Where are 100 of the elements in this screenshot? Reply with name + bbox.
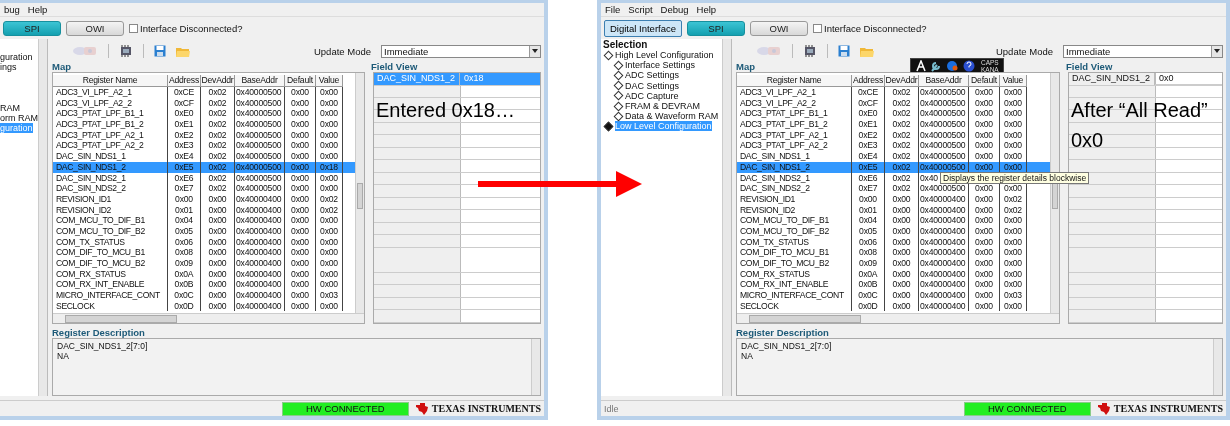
table-cell: 0x00 [316, 140, 343, 152]
scrollbar[interactable] [1213, 339, 1222, 395]
menu-item[interactable]: Debug [660, 4, 689, 15]
description-text: NA [741, 351, 754, 361]
column-header[interactable]: Register Name [737, 75, 852, 87]
table-cell: 0x08 [852, 247, 885, 258]
table-cell: ADC3_PTAT_LPF_A2_2 [53, 140, 168, 152]
scrollbar[interactable] [722, 39, 731, 396]
column-header[interactable]: Value [1000, 75, 1027, 87]
table-cell: 0x0A [852, 268, 885, 280]
table-cell: 0xE3 [168, 140, 201, 152]
tree-item[interactable]: Data & Waveform RAM [625, 111, 719, 122]
table-cell: 0x00 [201, 290, 235, 301]
menu-item[interactable]: Help [696, 4, 717, 15]
update-mode-label: Update Mode [313, 45, 371, 57]
tree-item[interactable]: High Level Configuration [615, 50, 714, 61]
table-cell: 0x40000500 [235, 151, 285, 162]
table-cell: REVISION_ID1 [737, 193, 852, 205]
folder-icon[interactable] [176, 45, 190, 57]
table-cell: 0xCF [852, 97, 885, 109]
scrollbar[interactable] [531, 339, 540, 395]
tree-item[interactable]: guration [0, 52, 33, 63]
column-header[interactable]: Address [852, 75, 885, 87]
table-cell: 0x00 [316, 87, 343, 98]
menu-item[interactable]: File [605, 4, 621, 15]
scrollbar[interactable] [53, 313, 364, 323]
table-cell: 0x40000400 [919, 247, 969, 258]
toolbar-icon[interactable] [756, 45, 782, 57]
logo-icon [414, 402, 429, 415]
table-cell: 0x03 [1000, 290, 1027, 301]
column-header[interactable]: BaseAddr [235, 75, 285, 87]
section-title: Map [736, 61, 755, 72]
table-cell: DAC_SIN_NDS1_1 [737, 151, 852, 162]
column-header[interactable]: Value [316, 75, 343, 87]
table-cell: 0x40000500 [919, 97, 969, 109]
column-header[interactable]: DevAddr [201, 75, 235, 87]
column-header[interactable]: Register Name [53, 75, 168, 87]
menu-item[interactable]: Help [27, 4, 48, 15]
table-cell: 0x00 [285, 247, 316, 258]
save-icon[interactable] [154, 45, 166, 57]
table-cell: 0x02 [201, 172, 235, 184]
table-cell: 0x05 [168, 225, 201, 237]
scrollbar[interactable] [355, 73, 364, 313]
table-cell: 0x04 [852, 215, 885, 226]
folder-icon[interactable] [860, 45, 874, 57]
menu-item[interactable]: bug [4, 4, 20, 15]
annotation-text: After “All Read” [1071, 98, 1208, 123]
table-cell: 0x18 [316, 161, 343, 173]
digital-interface-button[interactable]: Digital Interface [604, 19, 682, 37]
interface-tab[interactable]: SPI [687, 20, 745, 36]
menu-item[interactable]: Script [628, 4, 653, 15]
column-header[interactable]: Address [168, 75, 201, 87]
tree-item[interactable]: ings [0, 62, 17, 73]
table-cell: 0xE3 [852, 140, 885, 152]
sidebar-title: Selection [603, 39, 649, 50]
tree-item[interactable]: RAM [0, 103, 20, 114]
table-cell: 0x40000400 [235, 204, 285, 216]
chip-icon[interactable] [119, 44, 133, 58]
column-header[interactable]: BaseAddr [919, 75, 969, 87]
table-cell: 0x02 [201, 87, 235, 98]
table-cell: 0x02 [885, 172, 919, 184]
tool-icons-drawing[interactable] [915, 60, 977, 72]
table-cell: ADC3_PTAT_LPF_B1_2 [737, 119, 852, 130]
table-cell: 0x00 [1000, 151, 1027, 162]
column-header[interactable]: Default [285, 75, 316, 87]
checkbox[interactable] [129, 23, 138, 33]
tree-item[interactable]: Interface Settings [625, 60, 696, 71]
interface-tab[interactable]: OWI [750, 20, 808, 36]
interface-tab[interactable]: OWI [66, 20, 124, 36]
toolbar-icon[interactable] [72, 45, 98, 57]
table-cell: 0x00 [1000, 279, 1027, 291]
table-cell: 0x00 [201, 204, 235, 216]
tree-item[interactable]: DAC Settings [625, 80, 680, 91]
update-mode-dropdown[interactable]: Immediate [381, 44, 541, 58]
checkbox[interactable] [813, 23, 822, 33]
tree-item[interactable]: FRAM & DEVRAM [625, 101, 700, 112]
scrollbar[interactable] [38, 39, 47, 396]
table-cell: 0x00 [316, 119, 343, 130]
table-cell: 0x00 [285, 215, 316, 226]
table-cell: 0xE2 [168, 129, 201, 141]
table-cell: 0x40000500 [235, 172, 285, 184]
column-header[interactable]: Default [969, 75, 1000, 87]
table-cell: 0x00 [316, 236, 343, 248]
scrollbar[interactable] [737, 313, 1059, 323]
table-cell: 0x40000400 [235, 225, 285, 237]
column-header[interactable]: DevAddr [885, 75, 919, 87]
table-cell: 0x00 [285, 161, 316, 173]
chip-icon[interactable] [803, 44, 817, 58]
table-cell: 0x00 [885, 247, 919, 258]
interface-tab[interactable]: SPI [3, 20, 61, 36]
tree-item[interactable]: orm RAM [0, 113, 38, 124]
tree-item[interactable]: ADC Capture [625, 90, 679, 101]
table-cell: 0x00 [1000, 97, 1027, 109]
tree-item[interactable]: ADC Settings [625, 70, 680, 81]
table-cell: 0x00 [285, 97, 316, 109]
save-icon[interactable] [838, 45, 850, 57]
update-mode-dropdown[interactable]: Immediate [1063, 44, 1223, 58]
table-cell: 0x0D [168, 300, 201, 312]
table-cell: 0x00 [316, 151, 343, 162]
table-cell: 0x00 [1000, 140, 1027, 152]
